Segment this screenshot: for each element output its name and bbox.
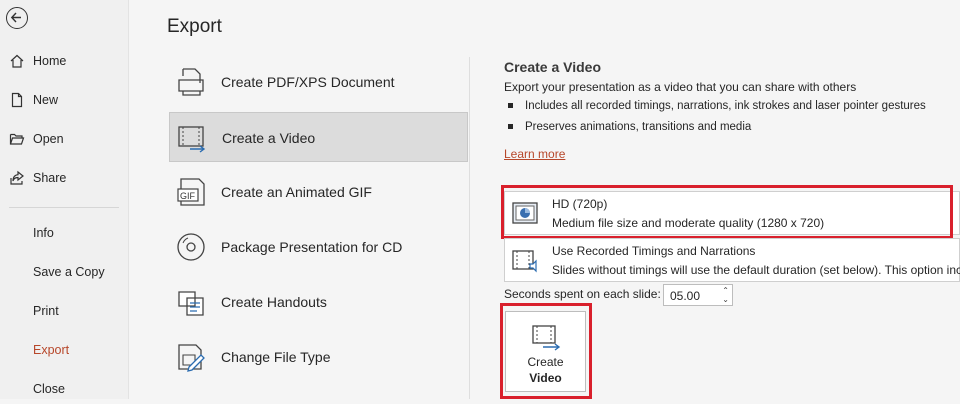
sidebar-item-save-a-copy[interactable]: Save a Copy [0, 257, 128, 287]
home-icon [10, 54, 24, 68]
share-icon [10, 170, 24, 185]
export-option-label: Create a Video [222, 130, 316, 146]
seconds-spinner[interactable]: 05.00 ⌃ ⌄ [663, 284, 733, 306]
sidebar-item-label: Save a Copy [33, 265, 105, 279]
timings-title: Use Recorded Timings and Narrations [552, 244, 756, 258]
page-title: Export [167, 16, 222, 37]
bullet-dot [508, 103, 513, 109]
bullet-dot [508, 124, 513, 130]
export-option-label: Change File Type [221, 349, 331, 365]
back-button[interactable] [6, 7, 28, 29]
sidebar-item-label: Open [33, 132, 64, 146]
video-icon [178, 126, 206, 153]
bullet-item: Preserves animations, transitions and me… [508, 121, 751, 133]
export-option-label: Create Handouts [221, 294, 327, 310]
export-option-handouts[interactable]: Create Handouts [169, 277, 468, 327]
sidebar-item-new[interactable]: New [0, 85, 128, 115]
sidebar-item-print[interactable]: Print [0, 296, 128, 326]
export-option-animated-gif[interactable]: GIF Create an Animated GIF [169, 167, 468, 217]
recorded-timings-icon [512, 250, 537, 273]
vertical-divider [469, 57, 470, 399]
export-option-change-file-type[interactable]: Change File Type [169, 332, 468, 382]
pane-description: Export your presentation as a video that… [504, 80, 857, 94]
sidebar-divider [9, 207, 119, 208]
sidebar-item-label: Print [33, 304, 59, 318]
sidebar-item-label: Share [33, 171, 67, 185]
export-option-label: Package Presentation for CD [221, 239, 403, 255]
pdf-document-icon [178, 68, 204, 96]
cd-icon [177, 233, 205, 261]
export-main: Export Create PDF/XPS Document Create a … [129, 0, 960, 399]
sidebar-item-info[interactable]: Info [0, 218, 128, 248]
back-arrow-icon [10, 12, 21, 23]
seconds-value: 05.00 [670, 289, 701, 303]
bullet-text: Preserves animations, transitions and me… [525, 121, 752, 133]
bullet-item: Includes all recorded timings, narration… [508, 100, 926, 112]
new-document-icon [11, 92, 23, 108]
gif-icon: GIF [177, 178, 205, 206]
pane-heading: Create a Video [504, 59, 602, 75]
seconds-label: Seconds spent on each slide: [504, 287, 661, 301]
sidebar-item-home[interactable]: Home [0, 46, 128, 76]
change-file-type-icon [178, 344, 205, 372]
timings-dropdown[interactable]: Use Recorded Timings and Narrations Slid… [504, 238, 960, 282]
spinner-arrows-icon[interactable]: ⌃ ⌄ [722, 286, 729, 304]
backstage-sidebar: Home New Open Share Info Save a Copy Pri… [0, 0, 129, 399]
export-option-video[interactable]: Create a Video [169, 112, 468, 162]
highlight-box-quality [501, 185, 953, 239]
sidebar-item-share[interactable]: Share [0, 163, 128, 193]
sidebar-item-label: Home [33, 54, 67, 68]
bullet-text: Includes all recorded timings, narration… [525, 100, 926, 112]
export-option-label: Create PDF/XPS Document [221, 74, 395, 90]
export-option-pdf-xps[interactable]: Create PDF/XPS Document [169, 57, 468, 107]
export-option-package-cd[interactable]: Package Presentation for CD [169, 222, 468, 272]
learn-more-link[interactable]: Learn more [504, 147, 565, 161]
highlight-box-create-video [500, 303, 592, 399]
sidebar-item-close[interactable]: Close [0, 374, 128, 404]
sidebar-item-open[interactable]: Open [0, 124, 128, 154]
sidebar-item-label: Export [33, 343, 70, 357]
handouts-icon [178, 291, 204, 316]
sidebar-item-label: New [33, 93, 59, 107]
sidebar-item-label: Info [33, 226, 54, 240]
svg-text:GIF: GIF [180, 191, 196, 201]
timings-subtitle: Slides without timings will use the defa… [552, 263, 960, 277]
sidebar-item-export[interactable]: Export [0, 335, 128, 365]
export-option-label: Create an Animated GIF [221, 184, 372, 200]
folder-open-icon [9, 133, 25, 145]
sidebar-item-label: Close [33, 382, 65, 396]
